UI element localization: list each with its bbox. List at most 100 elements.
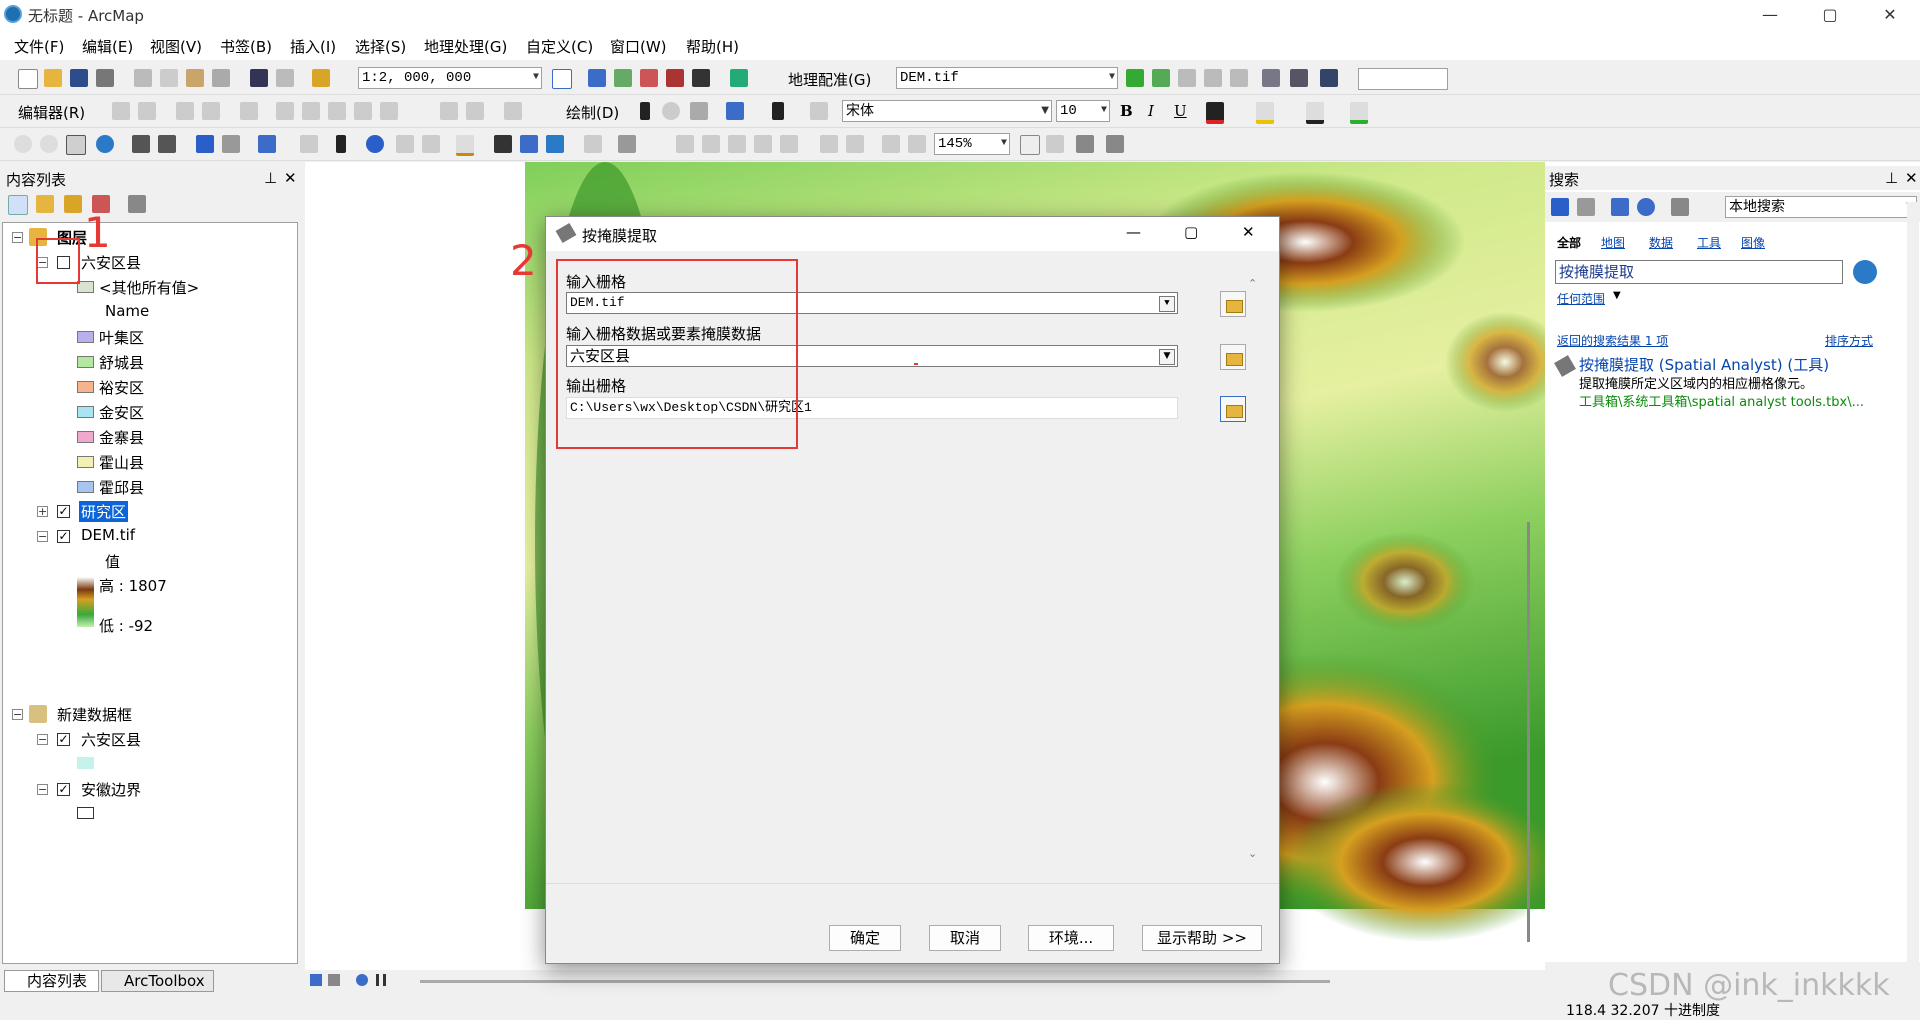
select-features-icon[interactable]: [258, 135, 276, 153]
bold-button[interactable]: B: [1120, 102, 1133, 120]
georef-layer-combo[interactable]: DEM.tif ▼: [896, 67, 1118, 89]
toggle-draft-mode-icon[interactable]: [1020, 135, 1040, 155]
rotate-icon[interactable]: [1320, 69, 1338, 87]
collapse-layer-icon[interactable]: −: [37, 784, 48, 795]
layout-view-icon[interactable]: [328, 974, 340, 986]
full-extent-icon[interactable]: [96, 135, 114, 153]
menu-selection[interactable]: 选择(S): [355, 36, 406, 57]
layer-visibility-checkbox[interactable]: ✓: [57, 530, 70, 543]
pin-icon[interactable]: ⊥: [1885, 169, 1898, 187]
chevron-down-icon[interactable]: ▼: [1159, 296, 1175, 312]
reshape-icon[interactable]: [354, 102, 372, 120]
ok-button[interactable]: 确定: [829, 925, 901, 951]
rotation-input[interactable]: [1358, 68, 1448, 90]
fill-color-icon[interactable]: [1256, 102, 1274, 124]
back-extent-icon[interactable]: [196, 135, 214, 153]
data-driven-pages-icon[interactable]: [1106, 135, 1124, 153]
paste-icon[interactable]: [186, 69, 204, 87]
italic-button[interactable]: I: [1148, 102, 1154, 120]
scroll-up-icon[interactable]: ⌃: [1248, 277, 1257, 290]
add-control-points-icon[interactable]: [1126, 69, 1144, 87]
fixed-zoom-in-icon[interactable]: [132, 135, 150, 153]
next-layout-extent-icon[interactable]: [908, 135, 926, 153]
find-route-icon[interactable]: [520, 135, 538, 153]
search-window-icon[interactable]: [640, 69, 658, 87]
forward-extent-icon[interactable]: [222, 135, 240, 153]
data-frame-new[interactable]: 新建数据框: [57, 704, 132, 725]
scroll-down-icon[interactable]: ⌄: [1248, 847, 1257, 860]
map-scale-combo[interactable]: 1:2, 000, 000 ▼: [358, 67, 542, 89]
rotate-tool-icon[interactable]: [328, 102, 346, 120]
any-extent-link[interactable]: 任何范围: [1557, 290, 1605, 307]
link-table-icon[interactable]: [1262, 69, 1280, 87]
layout-zoom-in-icon[interactable]: [676, 135, 694, 153]
collapse-layer-icon[interactable]: −: [37, 734, 48, 745]
search-input[interactable]: 按掩膜提取: [1555, 260, 1843, 284]
open-folder-icon[interactable]: [1220, 396, 1246, 422]
layer-liuan-counties-2[interactable]: 六安区县: [81, 729, 141, 750]
add-data-icon[interactable]: [312, 69, 330, 87]
polyline-icon[interactable]: [726, 102, 744, 120]
search-tab-all[interactable]: 全部: [1557, 234, 1581, 251]
menu-customize[interactable]: 自定义(C): [526, 36, 593, 57]
callout-icon[interactable]: [810, 102, 828, 120]
menu-geoprocessing[interactable]: 地理处理(G): [424, 36, 507, 57]
font-combo[interactable]: 宋体 ▼: [842, 100, 1052, 122]
dialog-minimize-button[interactable]: —: [1126, 223, 1141, 241]
minimize-button[interactable]: —: [1740, 0, 1800, 30]
menu-insert[interactable]: 插入(I): [290, 36, 336, 57]
undo-icon[interactable]: [250, 69, 268, 87]
menu-help[interactable]: 帮助(H): [686, 36, 739, 57]
menu-windows[interactable]: 窗口(W): [610, 36, 667, 57]
layer-visibility-checkbox[interactable]: ✓: [57, 783, 70, 796]
pan-icon[interactable]: [66, 135, 86, 155]
search-scope-combo[interactable]: 本地搜索▼: [1725, 196, 1917, 218]
auto-registration-icon[interactable]: [1152, 69, 1170, 87]
model-builder-icon[interactable]: [730, 69, 748, 87]
search-tab-data[interactable]: 数据: [1649, 234, 1673, 251]
show-help-button[interactable]: 显示帮助 >>: [1142, 925, 1262, 951]
list-by-visibility-icon[interactable]: [64, 195, 82, 213]
viewer-window-icon[interactable]: [618, 135, 636, 153]
focus-data-frame-icon[interactable]: [1046, 135, 1064, 153]
create-features-icon[interactable]: [504, 102, 522, 120]
previous-layout-extent-icon[interactable]: [882, 135, 900, 153]
marker-color-icon[interactable]: [1350, 102, 1368, 124]
zoom-whole-page-icon[interactable]: [690, 102, 708, 120]
toc-options-icon[interactable]: [128, 195, 146, 213]
viewer-icon[interactable]: [1290, 69, 1308, 87]
expand-layer-icon[interactable]: +: [37, 506, 48, 517]
dialog-maximize-button[interactable]: ▢: [1184, 223, 1198, 241]
change-layout-icon[interactable]: [1076, 135, 1094, 153]
zoom-in-icon[interactable]: [14, 135, 32, 153]
layer-study-area[interactable]: 研究区: [79, 501, 129, 522]
find-icon[interactable]: [494, 135, 512, 153]
results-count-link[interactable]: 返回的搜索结果 1 项: [1557, 332, 1668, 349]
straight-segment-icon[interactable]: [176, 102, 194, 120]
line-color-icon[interactable]: [1306, 102, 1324, 124]
pin-icon[interactable]: ⊥: [264, 169, 277, 187]
close-button[interactable]: ✕: [1860, 0, 1920, 30]
menu-view[interactable]: 视图(V): [150, 36, 202, 57]
sort-by-link[interactable]: 排序方式: [1825, 332, 1873, 349]
font-size-combo[interactable]: 10 ▼: [1056, 100, 1110, 122]
pause-drawing-icon[interactable]: [376, 974, 386, 986]
search-options-icon[interactable]: [1671, 198, 1689, 216]
html-popup-icon[interactable]: [422, 135, 440, 153]
identify-icon[interactable]: [366, 135, 384, 153]
list-by-source-icon[interactable]: [36, 195, 54, 213]
underline-button[interactable]: U: [1174, 102, 1187, 120]
menu-edit[interactable]: 编辑(E): [82, 36, 133, 57]
layer-visibility-checkbox[interactable]: ✓: [57, 505, 70, 518]
layout-zoom-out-icon[interactable]: [702, 135, 720, 153]
search-tab-tools[interactable]: 工具: [1697, 234, 1721, 251]
zoom-to-link-icon[interactable]: [1204, 69, 1222, 87]
cut-polygons-icon[interactable]: [302, 102, 320, 120]
close-icon[interactable]: ✕: [1905, 169, 1918, 187]
search-tab-maps[interactable]: 地图: [1601, 234, 1625, 251]
search-icon[interactable]: [1853, 260, 1877, 284]
data-view-icon[interactable]: [310, 974, 322, 986]
time-slider-icon[interactable]: [584, 135, 602, 153]
edit-annotation-icon[interactable]: [138, 102, 156, 120]
go-to-xy-icon[interactable]: [546, 135, 564, 153]
